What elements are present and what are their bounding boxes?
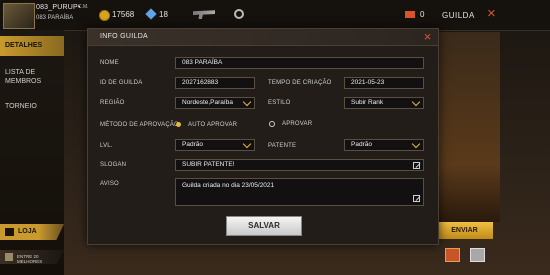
player-name: 083_PURUP• (36, 4, 81, 11)
ranking-button[interactable]: ENTRE 20 MELHORES (0, 250, 64, 264)
modal-close-button[interactable]: × (419, 29, 436, 44)
creation-time-label: TEMPO DE CRIAÇÃO (268, 80, 332, 86)
sidebar-item-details[interactable]: DETALHES (0, 36, 64, 56)
auto-approve-label: AUTO APROVAR (188, 122, 238, 128)
weapon-icon[interactable] (193, 10, 215, 19)
player-guild-name: 083 PARAÍBA (36, 15, 74, 21)
save-button[interactable]: SALVAR (226, 216, 302, 236)
notice-label: AVISO (100, 181, 119, 187)
chevron-down-icon (242, 97, 252, 107)
edit-pencil-icon[interactable] (413, 162, 420, 169)
region-dropdown[interactable]: Nordeste,Paraíba (175, 97, 255, 109)
close-screen-button[interactable]: × (487, 5, 496, 23)
gold-coin-icon (99, 10, 110, 21)
region-label: REGIÃO (100, 100, 125, 106)
slogan-value: SUBIR PATENTE! (182, 161, 235, 168)
chevron-down-icon (411, 97, 421, 107)
calendar-icon[interactable] (470, 248, 485, 262)
guild-token-icon (405, 11, 415, 18)
guild-id-field: 2027162883 (175, 77, 255, 89)
trophy-icon (5, 253, 13, 261)
send-button[interactable]: ENVIAR (436, 222, 493, 239)
manual-approve-label: APROVAR (282, 121, 313, 127)
level-label: LVL. (100, 143, 113, 149)
shop-icon (5, 228, 14, 236)
sidebar-item-members[interactable]: LISTA DE MEMBROS (0, 68, 44, 86)
auto-approve-radio[interactable] (176, 122, 181, 127)
edit-pencil-icon[interactable] (413, 195, 420, 202)
settings-gear-icon[interactable] (234, 9, 244, 19)
approval-method-label: MÉTODO DE APROVAÇÃO (100, 122, 179, 128)
notice-field[interactable]: Guilda criada no dia 23/05/2021 (175, 178, 424, 206)
shop-button[interactable]: LOJA (0, 224, 64, 240)
manual-approve-radio[interactable] (269, 121, 275, 127)
creation-time-field: 2021-05-23 (344, 77, 424, 89)
rank-dropdown[interactable]: Padrão (344, 139, 424, 151)
sidebar: DETALHES LISTA DE MEMBROS TORNEIO LOJA E… (0, 30, 64, 275)
chat-panel-background (436, 32, 500, 222)
style-label: ESTILO (268, 100, 291, 106)
modal-header: INFO GUILDA × (88, 29, 438, 46)
guild-token-count: 0 (420, 10, 425, 19)
player-avatar[interactable] (3, 3, 35, 29)
top-bar: 083_PURUP• C.M. 083 PARAÍBA 17568 18 0 G… (0, 0, 550, 31)
sidebar-item-tournament[interactable]: TORNEIO (0, 102, 64, 111)
rank-value: Padrão (351, 141, 372, 148)
guild-screen: 083_PURUP• C.M. 083 PARAÍBA 17568 18 0 G… (0, 0, 550, 275)
slogan-label: SLOGAN (100, 162, 127, 168)
chevron-down-icon (242, 139, 252, 149)
name-field[interactable]: 083 PARAÍBA (175, 57, 424, 69)
chevron-down-icon (411, 139, 421, 149)
level-value: Padrão (182, 141, 203, 148)
diamond-count: 18 (159, 10, 168, 19)
player-level: C.M. (78, 4, 89, 10)
section-title: GUILDA (442, 11, 475, 20)
gold-count: 17568 (112, 10, 135, 19)
rank-label: PATENTE (268, 143, 297, 149)
region-value: Nordeste,Paraíba (182, 99, 233, 106)
guild-info-modal: INFO GUILDA × NOME 083 PARAÍBA ID DE GUI… (87, 28, 439, 245)
style-value: Subir Rank (351, 99, 384, 106)
name-label: NOME (100, 60, 119, 66)
slogan-field[interactable]: SUBIR PATENTE! (175, 159, 424, 171)
level-dropdown[interactable]: Padrão (175, 139, 255, 151)
guild-id-label: ID DE GUILDA (100, 80, 143, 86)
notice-value: Guilda criada no dia 23/05/2021 (182, 182, 275, 189)
shop-label: LOJA (18, 228, 37, 235)
style-dropdown[interactable]: Subir Rank (344, 97, 424, 109)
gift-box-icon[interactable] (445, 248, 460, 262)
diamond-icon[interactable] (145, 8, 157, 20)
modal-title: INFO GUILDA (100, 33, 149, 40)
ranking-label: ENTRE 20 MELHORES (17, 254, 43, 264)
